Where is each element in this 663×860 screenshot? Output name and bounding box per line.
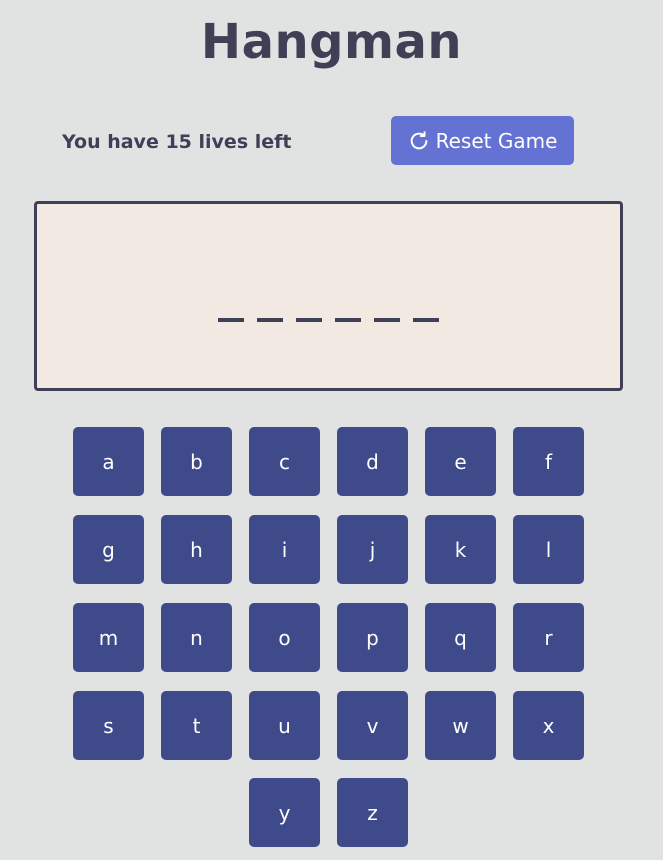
key-v[interactable]: v (337, 691, 408, 760)
lives-status: You have 15 lives left (62, 129, 292, 155)
lives-suffix: lives left (191, 131, 292, 153)
letter-slot (218, 318, 244, 322)
key-s[interactable]: s (73, 691, 144, 760)
letter-slot (257, 318, 283, 322)
key-n[interactable]: n (161, 603, 232, 672)
key-f[interactable]: f (513, 427, 584, 496)
key-y[interactable]: y (249, 778, 320, 847)
key-h[interactable]: h (161, 515, 232, 584)
letter-slot (335, 318, 361, 322)
reset-game-label: Reset Game (435, 128, 558, 153)
key-l[interactable]: l (513, 515, 584, 584)
word-slots (37, 318, 620, 322)
key-d[interactable]: d (337, 427, 408, 496)
game-title: Hangman (200, 14, 463, 70)
lives-count: 15 (165, 131, 192, 153)
key-t[interactable]: t (161, 691, 232, 760)
key-o[interactable]: o (249, 603, 320, 672)
reset-game-button[interactable]: Reset Game (391, 116, 574, 165)
letter-slot (413, 318, 439, 322)
key-w[interactable]: w (425, 691, 496, 760)
key-z[interactable]: z (337, 778, 408, 847)
refresh-icon (408, 130, 430, 152)
key-e[interactable]: e (425, 427, 496, 496)
letter-slot (374, 318, 400, 322)
key-q[interactable]: q (425, 603, 496, 672)
key-m[interactable]: m (73, 603, 144, 672)
key-k[interactable]: k (425, 515, 496, 584)
key-u[interactable]: u (249, 691, 320, 760)
key-j[interactable]: j (337, 515, 408, 584)
key-b[interactable]: b (161, 427, 232, 496)
key-c[interactable]: c (249, 427, 320, 496)
key-i[interactable]: i (249, 515, 320, 584)
word-display (34, 201, 623, 391)
key-g[interactable]: g (73, 515, 144, 584)
lives-prefix: You have (62, 131, 166, 153)
key-x[interactable]: x (513, 691, 584, 760)
key-p[interactable]: p (337, 603, 408, 672)
key-a[interactable]: a (73, 427, 144, 496)
letter-slot (296, 318, 322, 322)
key-r[interactable]: r (513, 603, 584, 672)
